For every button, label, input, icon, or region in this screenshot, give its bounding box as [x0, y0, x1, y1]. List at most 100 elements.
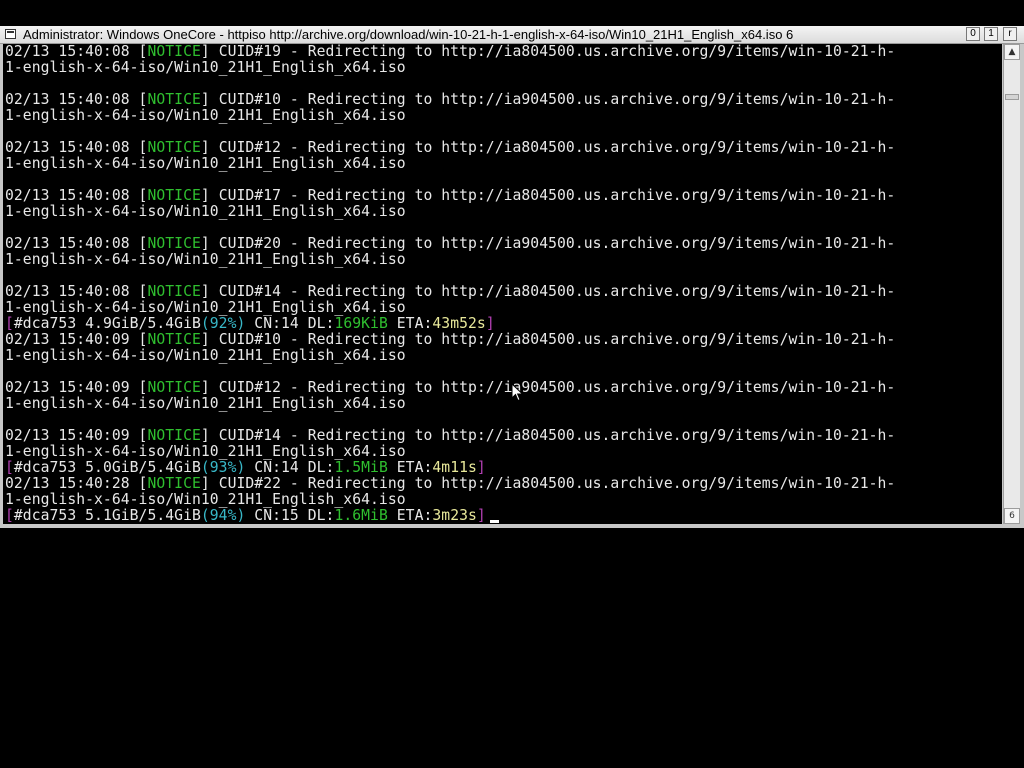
window-title: Administrator: Windows OneCore - httpiso… [23, 27, 794, 42]
log-line: 02/13 15:40:09 [NOTICE] CUID#14 - Redire… [5, 427, 896, 444]
progress-line: [#dca753 5.0GiB/5.4GiB(93%) CN:14 DL:1.5… [5, 459, 486, 476]
progress-eta: 3m23s [432, 507, 477, 524]
progress-eta-label: ETA: [396, 507, 433, 524]
scroll-down-icon: 6 [1009, 511, 1015, 521]
progress-percent: (93%) [200, 459, 246, 476]
log-level: NOTICE [147, 91, 201, 108]
log-timestamp: 02/13 15:40:09 [5, 379, 130, 396]
log-message: Redirecting to http://ia804500.us.archiv… [307, 187, 896, 204]
log-message: Redirecting to http://ia904500.us.archiv… [307, 91, 896, 108]
log-line: 02/13 15:40:08 [NOTICE] CUID#17 - Redire… [5, 187, 896, 204]
log-cuid: CUID#10 [218, 91, 282, 108]
log-line: 02/13 15:40:08 [NOTICE] CUID#19 - Redire… [5, 44, 896, 60]
console-icon[interactable] [5, 29, 16, 39]
log-level: NOTICE [147, 475, 201, 492]
log-timestamp: 02/13 15:40:09 [5, 427, 130, 444]
log-line-continuation: 1-english-x-64-iso/Win10_21H1_English_x6… [5, 59, 406, 76]
log-message: Redirecting to http://ia804500.us.archiv… [307, 475, 896, 492]
log-line-continuation: 1-english-x-64-iso/Win10_21H1_English_x6… [5, 491, 406, 508]
log-timestamp: 02/13 15:40:28 [5, 475, 130, 492]
close-button[interactable]: r [1003, 27, 1017, 41]
log-line-continuation: 1-english-x-64-iso/Win10_21H1_English_x6… [5, 299, 406, 316]
progress-gid: #dca753 [13, 315, 77, 332]
log-line-continuation: 1-english-x-64-iso/Win10_21H1_English_x6… [5, 395, 406, 412]
progress-dl-label: DL: [307, 459, 335, 476]
progress-percent: (94%) [200, 507, 246, 524]
log-line: 02/13 15:40:09 [NOTICE] CUID#12 - Redire… [5, 379, 896, 396]
progress-size: 5.0GiB/5.4GiB [85, 459, 201, 476]
log-message: Redirecting to http://ia804500.us.archiv… [307, 331, 896, 348]
log-timestamp: 02/13 15:40:09 [5, 331, 130, 348]
progress-download-speed: 169KiB [334, 315, 388, 332]
log-line-continuation: 1-english-x-64-iso/Win10_21H1_English_x6… [5, 443, 406, 460]
maximize-button[interactable]: 1 [984, 27, 998, 41]
text-cursor [489, 520, 499, 523]
log-cuid: CUID#17 [218, 187, 282, 204]
progress-size: 5.1GiB/5.4GiB [85, 507, 201, 524]
progress-size: 4.9GiB/5.4GiB [85, 315, 201, 332]
progress-gid: #dca753 [13, 507, 77, 524]
log-timestamp: 02/13 15:40:08 [5, 283, 130, 300]
progress-eta-label: ETA: [396, 459, 433, 476]
log-line: 02/13 15:40:08 [NOTICE] CUID#12 - Redire… [5, 139, 896, 156]
scroll-up-button[interactable]: ▲ [1004, 44, 1020, 60]
log-message: Redirecting to http://ia904500.us.archiv… [307, 379, 896, 396]
log-line-continuation: 1-english-x-64-iso/Win10_21H1_English_x6… [5, 155, 406, 172]
log-message: Redirecting to http://ia804500.us.archiv… [307, 283, 896, 300]
progress-download-speed: 1.5MiB [334, 459, 388, 476]
log-level: NOTICE [147, 139, 201, 156]
log-cuid: CUID#12 [218, 139, 282, 156]
log-level: NOTICE [147, 44, 201, 60]
terminal-output[interactable]: 02/13 15:40:08 [NOTICE] CUID#19 - Redire… [3, 44, 1002, 524]
log-timestamp: 02/13 15:40:08 [5, 139, 130, 156]
progress-eta: 4m11s [432, 459, 477, 476]
progress-percent: (92%) [200, 315, 246, 332]
log-line-continuation: 1-english-x-64-iso/Win10_21H1_English_x6… [5, 203, 406, 220]
log-level: NOTICE [147, 427, 201, 444]
progress-line: [#dca753 4.9GiB/5.4GiB(92%) CN:14 DL:169… [5, 315, 495, 332]
log-message: Redirecting to http://ia904500.us.archiv… [307, 235, 896, 252]
log-timestamp: 02/13 15:40:08 [5, 91, 130, 108]
log-line: 02/13 15:40:08 [NOTICE] CUID#14 - Redire… [5, 283, 896, 300]
progress-eta-label: ETA: [396, 315, 433, 332]
log-cuid: CUID#20 [218, 235, 282, 252]
scroll-thumb[interactable] [1005, 94, 1019, 100]
progress-gid: #dca753 [13, 459, 77, 476]
log-cuid: CUID#22 [218, 475, 282, 492]
progress-eta: 43m52s [432, 315, 486, 332]
minimize-button[interactable]: 0 [966, 27, 980, 41]
log-line: 02/13 15:40:09 [NOTICE] CUID#10 - Redire… [5, 331, 896, 348]
log-timestamp: 02/13 15:40:08 [5, 235, 130, 252]
progress-connections: CN:15 [254, 507, 299, 524]
progress-dl-label: DL: [307, 507, 335, 524]
log-cuid: CUID#12 [218, 379, 282, 396]
log-message: Redirecting to http://ia804500.us.archiv… [307, 139, 896, 156]
log-level: NOTICE [147, 187, 201, 204]
console-window: Administrator: Windows OneCore - httpiso… [0, 26, 1024, 528]
progress-connections: CN:14 [254, 315, 299, 332]
progress-download-speed: 1.6MiB [334, 507, 388, 524]
log-line: 02/13 15:40:08 [NOTICE] CUID#20 - Redire… [5, 235, 896, 252]
log-cuid: CUID#19 [218, 44, 282, 60]
log-cuid: CUID#10 [218, 331, 282, 348]
log-cuid: CUID#14 [218, 427, 282, 444]
log-line: 02/13 15:40:08 [NOTICE] CUID#10 - Redire… [5, 91, 896, 108]
mouse-pointer-icon [511, 383, 524, 402]
scroll-up-icon: ▲ [1008, 47, 1016, 57]
progress-line: [#dca753 5.1GiB/5.4GiB(94%) CN:15 DL:1.6… [5, 508, 499, 524]
log-line-continuation: 1-english-x-64-iso/Win10_21H1_English_x6… [5, 107, 406, 124]
progress-dl-label: DL: [307, 315, 335, 332]
log-level: NOTICE [147, 331, 201, 348]
log-line: 02/13 15:40:28 [NOTICE] CUID#22 - Redire… [5, 475, 896, 492]
scroll-down-button[interactable]: 6 [1004, 508, 1020, 524]
log-line-continuation: 1-english-x-64-iso/Win10_21H1_English_x6… [5, 251, 406, 268]
log-level: NOTICE [147, 283, 201, 300]
log-level: NOTICE [147, 235, 201, 252]
title-bar[interactable]: Administrator: Windows OneCore - httpiso… [0, 26, 1024, 44]
vertical-scrollbar[interactable]: ▲ 6 [1003, 44, 1020, 524]
log-message: Redirecting to http://ia804500.us.archiv… [307, 44, 896, 60]
progress-connections: CN:14 [254, 459, 299, 476]
log-line-continuation: 1-english-x-64-iso/Win10_21H1_English_x6… [5, 347, 406, 364]
log-message: Redirecting to http://ia804500.us.archiv… [307, 427, 896, 444]
log-timestamp: 02/13 15:40:08 [5, 187, 130, 204]
